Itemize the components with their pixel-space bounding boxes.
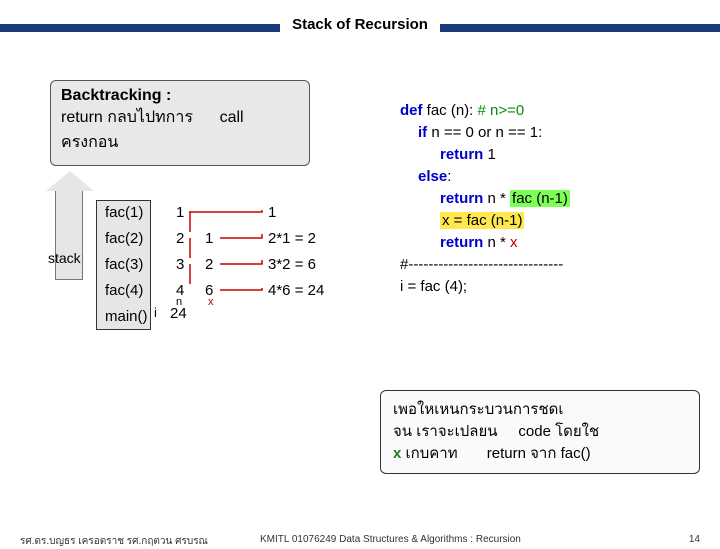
n-val: 3	[176, 252, 184, 278]
i-value: 24	[170, 305, 187, 322]
code-text: n *	[483, 190, 510, 207]
result-column: 1 2*1 = 2 3*2 = 6 4*6 = 24	[268, 200, 324, 304]
stack-label: stack	[48, 250, 81, 266]
code-call: i = fac (4);	[400, 276, 700, 298]
res-val: 2*1 = 2	[268, 226, 324, 252]
code-text: n == 0 or n == 1:	[427, 124, 542, 141]
code-text: :	[447, 168, 451, 185]
x-column: 1 2 6	[205, 226, 213, 304]
note-line: จน เราจะเปลยน	[393, 423, 498, 440]
res-val: 3*2 = 6	[268, 252, 324, 278]
backtracking-callout: Backtracking : return กลบไปทการ call ครง…	[50, 80, 310, 166]
kw-return: return	[440, 146, 483, 163]
note-box: เพอใหเหนกระบวนการชดเ จน เราจะเปลยน code …	[380, 390, 700, 474]
footer-left: รศ.ดร.บญธร เครอตราช รศ.กฤตวน ศรบรณ	[20, 534, 208, 549]
x-val: 1	[205, 226, 213, 252]
callout-return: return	[61, 109, 107, 126]
call-item: fac(3)	[105, 252, 148, 278]
hl-assign: x = fac (n-1)	[440, 212, 524, 229]
n-val: 2	[176, 226, 184, 252]
kw-if: if	[418, 124, 427, 141]
code-text: fac (n):	[423, 102, 478, 119]
kw-return: return	[440, 190, 483, 207]
call-item: fac(4)	[105, 278, 148, 304]
kw-def: def	[400, 102, 423, 119]
hl-call: fac (n-1)	[510, 190, 570, 207]
code-dashes: #-------------------------------	[400, 254, 700, 276]
code-x: x	[510, 234, 518, 251]
res-val: 1	[268, 200, 324, 226]
code-text: n *	[483, 234, 510, 251]
callout-thai1: กลบไปทการ	[107, 109, 193, 126]
n-column: 1 2 3 4	[176, 200, 184, 304]
up-arrow-icon	[55, 190, 83, 280]
callout-call: call	[220, 109, 244, 126]
call-column: fac(1) fac(2) fac(3) fac(4) main()	[105, 200, 148, 330]
res-val: 4*6 = 24	[268, 278, 324, 304]
code-text: 1	[483, 146, 496, 163]
callout-heading: Backtracking :	[61, 87, 171, 104]
x-val: 2	[205, 252, 213, 278]
code-block: def fac (n): # n>=0 if n == 0 or n == 1:…	[400, 100, 700, 298]
x-label: x	[208, 296, 214, 308]
callout-thai2: ครงกอน	[61, 130, 299, 155]
call-item: fac(2)	[105, 226, 148, 252]
kw-return: return	[440, 234, 483, 251]
note-line: เพอใหเหนกระบวนการชดเ	[393, 399, 687, 421]
page-title: Stack of Recursion	[280, 16, 440, 33]
note-line: code โดยใช	[518, 423, 599, 440]
note-line: return จาก fac()	[487, 445, 591, 462]
n-val: 1	[176, 200, 184, 226]
call-item: main()	[105, 304, 148, 330]
kw-else: else	[418, 168, 447, 185]
code-comment: # n>=0	[478, 102, 525, 119]
call-item: fac(1)	[105, 200, 148, 226]
note-line: เกบคาท	[401, 445, 457, 462]
i-label: i	[154, 305, 157, 320]
